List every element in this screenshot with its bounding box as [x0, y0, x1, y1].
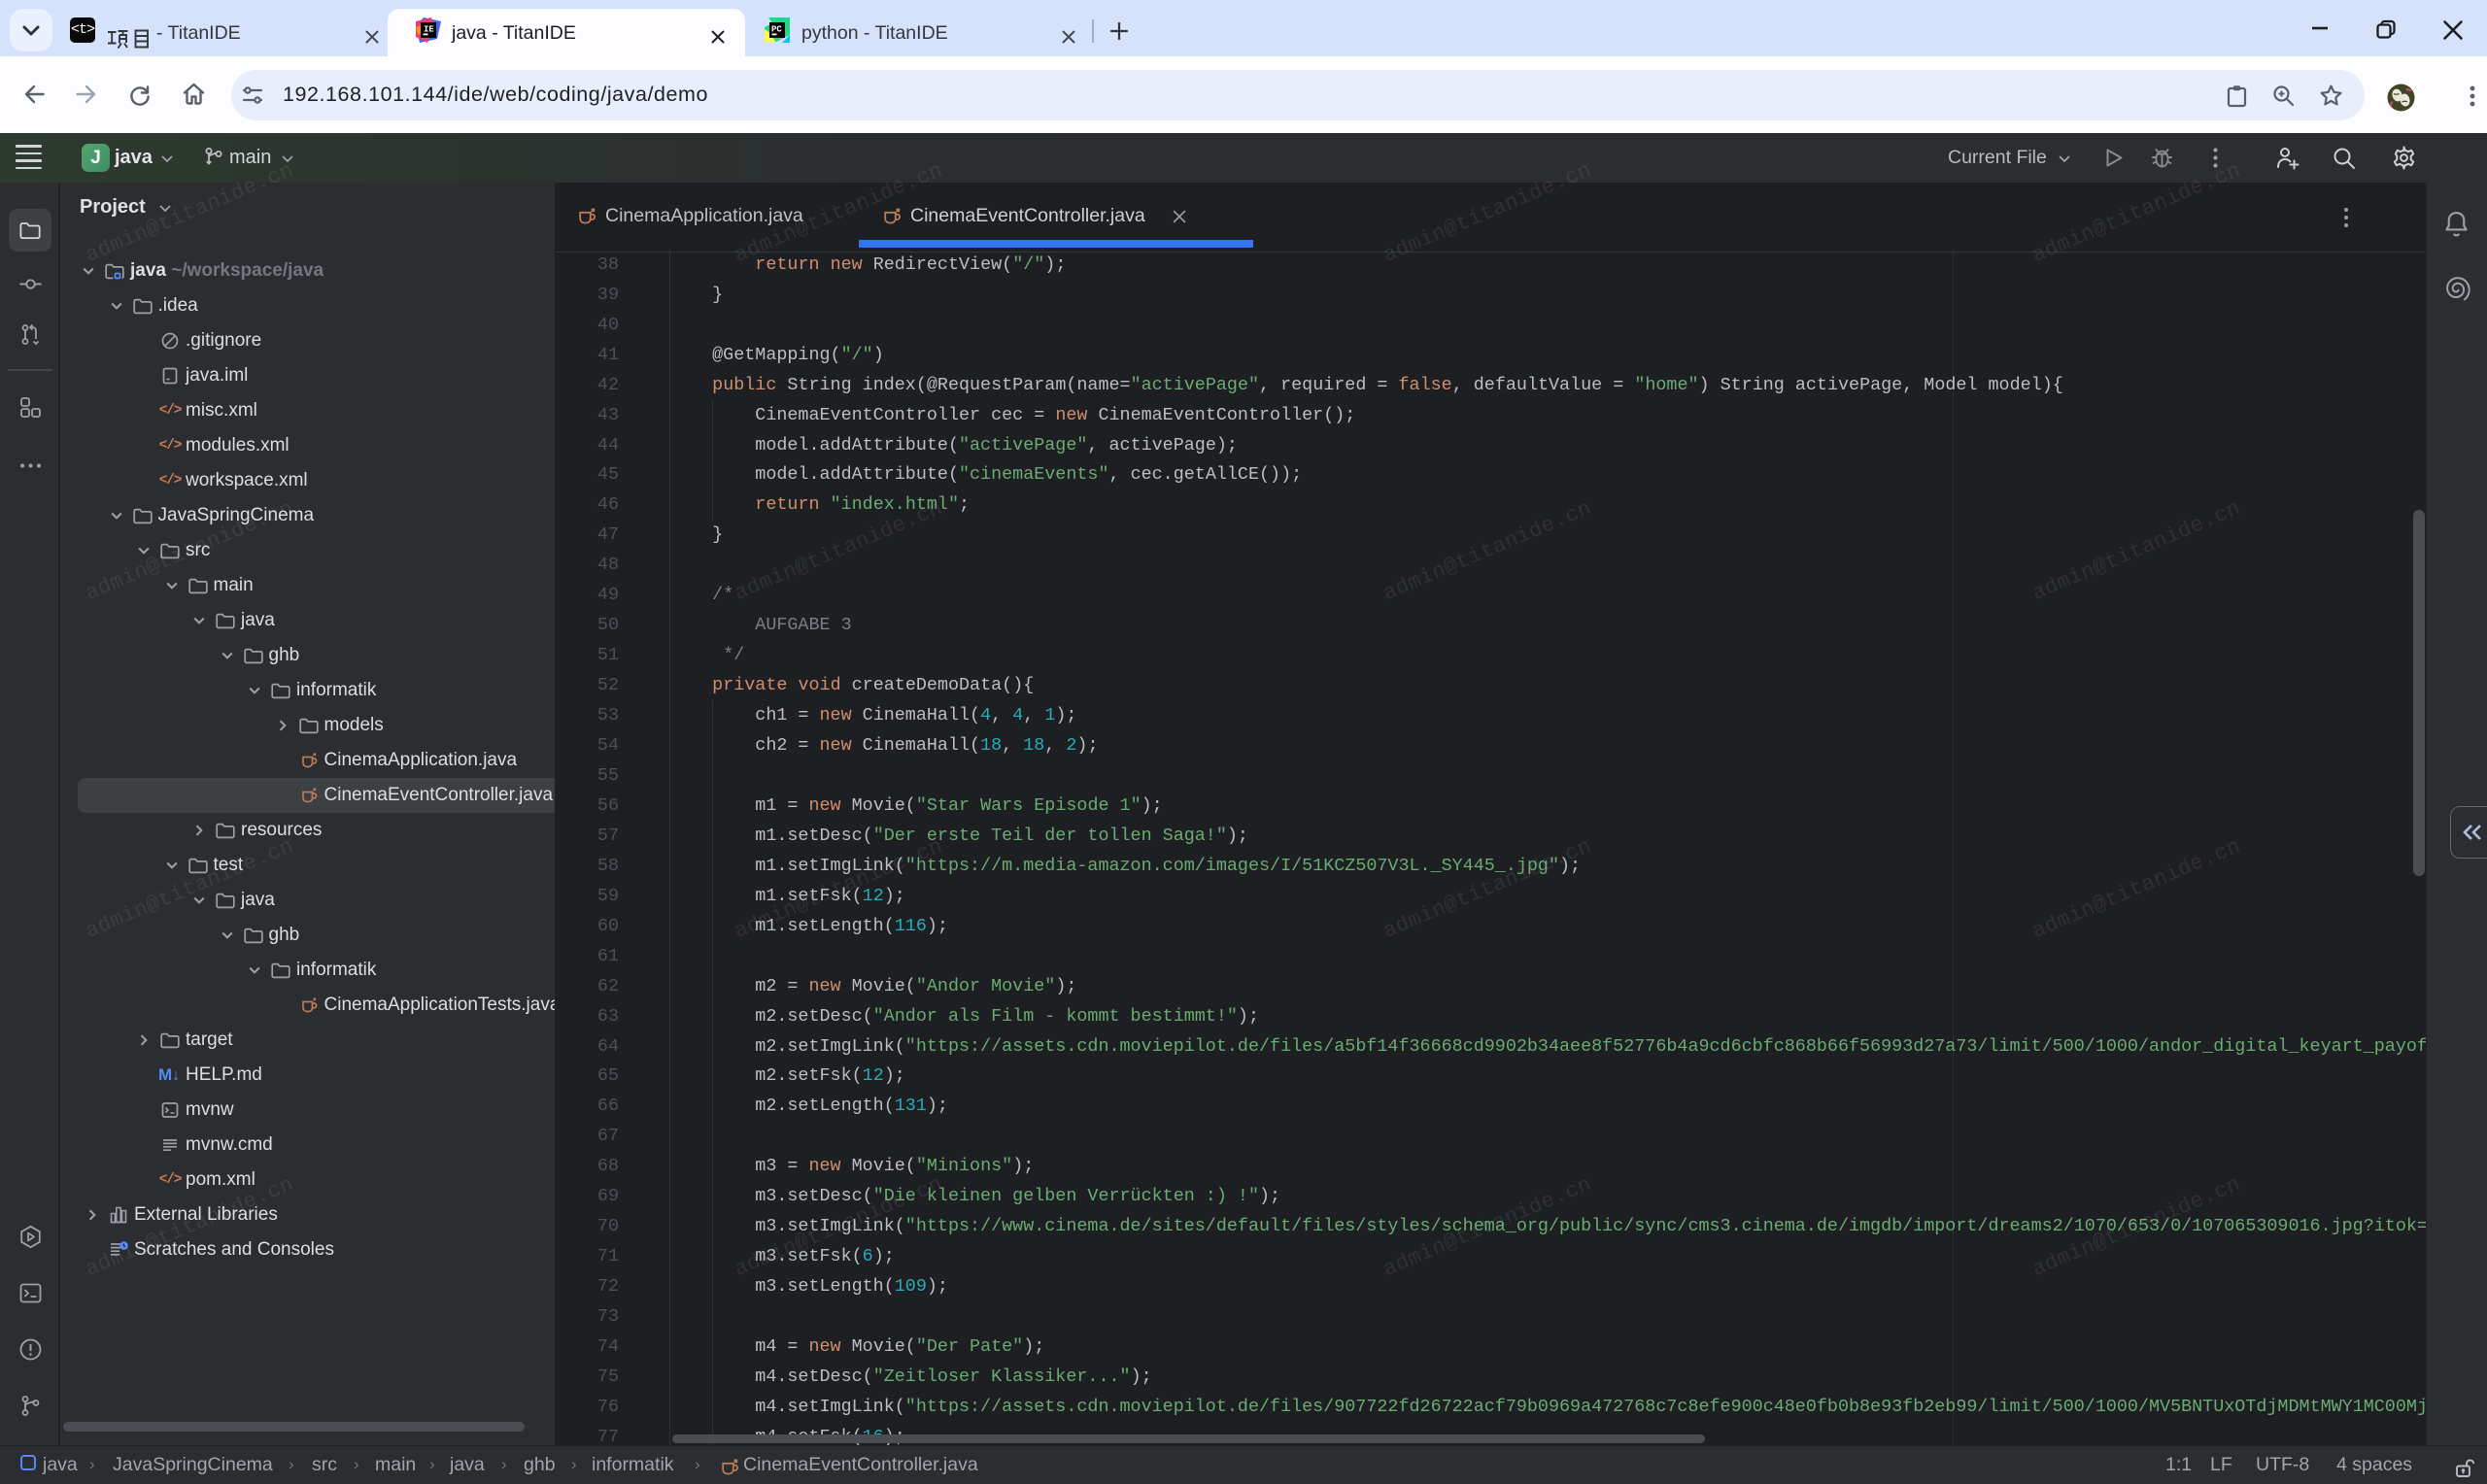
svg-text:PC: PC [771, 25, 782, 35]
